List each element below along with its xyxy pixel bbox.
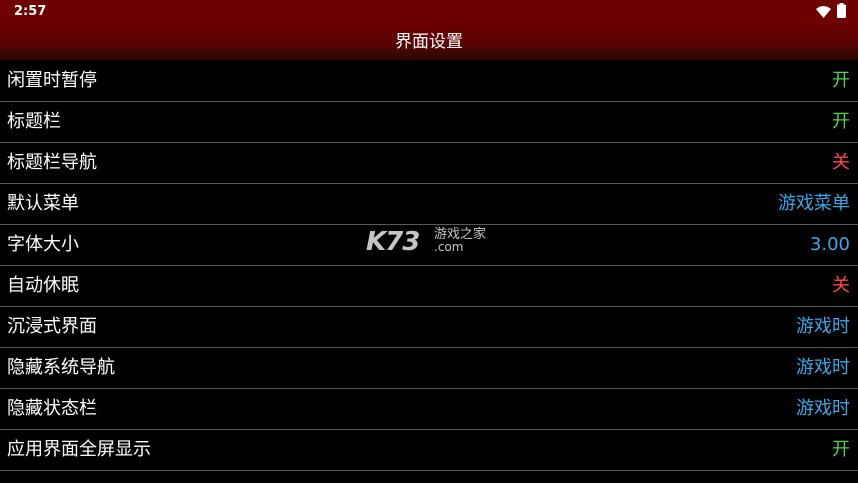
setting-label: 隐藏系统导航 xyxy=(7,357,115,378)
status-time: 2:57 xyxy=(14,4,47,19)
setting-label: 闲置时暂停 xyxy=(7,70,97,91)
setting-row-auto-sleep[interactable]: 自动休眠 关 xyxy=(0,266,858,307)
watermark-logo: K73 游戏之家 .com xyxy=(366,226,496,258)
setting-row-hide-status-bar[interactable]: 隐藏状态栏 游戏时 xyxy=(0,389,858,430)
setting-value: 游戏时 xyxy=(796,357,850,378)
setting-value: 开 xyxy=(832,111,850,132)
setting-value: 开 xyxy=(832,70,850,91)
setting-row-immersive-ui[interactable]: 沉浸式界面 游戏时 xyxy=(0,307,858,348)
setting-value: 游戏时 xyxy=(796,316,850,337)
setting-row-idle-pause[interactable]: 闲置时暂停 开 xyxy=(0,61,858,102)
watermark-logo-text: K73 xyxy=(366,227,420,257)
setting-row-title-bar[interactable]: 标题栏 开 xyxy=(0,102,858,143)
setting-label: 字体大小 xyxy=(7,234,79,255)
setting-value: 关 xyxy=(832,152,850,173)
screen: 2:57 界面设置 闲置时暂停 开 标题栏 开 标题栏导航 关 默认菜单 游戏菜… xyxy=(0,0,858,483)
battery-icon xyxy=(837,2,846,22)
setting-label: 应用界面全屏显示 xyxy=(7,439,151,460)
watermark-com-text: .com xyxy=(434,240,464,254)
setting-label: 隐藏状态栏 xyxy=(7,398,97,419)
setting-row-hide-system-nav[interactable]: 隐藏系统导航 游戏时 xyxy=(0,348,858,389)
setting-row-default-menu[interactable]: 默认菜单 游戏菜单 xyxy=(0,184,858,225)
setting-row-title-bar-nav[interactable]: 标题栏导航 关 xyxy=(0,143,858,184)
page-title: 界面设置 xyxy=(395,32,463,52)
setting-value: 关 xyxy=(832,275,850,296)
setting-value: 游戏菜单 xyxy=(778,193,850,214)
wifi-icon xyxy=(816,3,831,22)
setting-value: 开 xyxy=(832,439,850,460)
app-header: 界面设置 xyxy=(0,24,858,60)
status-bar: 2:57 xyxy=(0,0,858,24)
setting-label: 标题栏导航 xyxy=(7,152,97,173)
setting-label: 自动休眠 xyxy=(7,275,79,296)
setting-value: 3.00 xyxy=(809,234,850,255)
setting-value: 游戏时 xyxy=(796,398,850,419)
settings-list: 闲置时暂停 开 标题栏 开 标题栏导航 关 默认菜单 游戏菜单 字体大小 3.0… xyxy=(0,61,858,471)
setting-label: 默认菜单 xyxy=(7,193,79,214)
setting-label: 标题栏 xyxy=(7,111,61,132)
status-icons xyxy=(816,2,846,22)
setting-row-fullscreen-ui[interactable]: 应用界面全屏显示 开 xyxy=(0,430,858,471)
setting-label: 沉浸式界面 xyxy=(7,316,97,337)
